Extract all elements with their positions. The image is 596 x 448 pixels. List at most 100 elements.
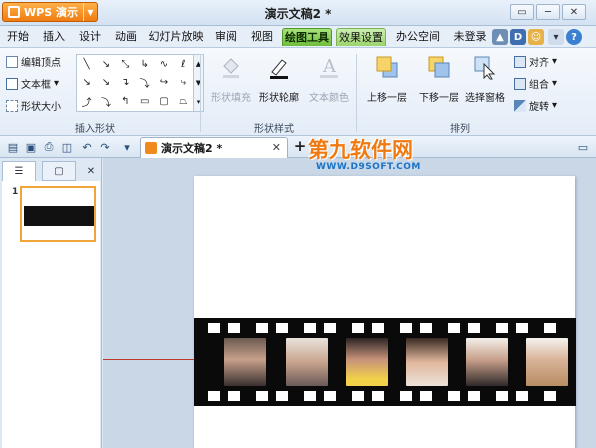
tab-design[interactable]: 设计 <box>76 28 104 46</box>
tab-home[interactable]: 开始 <box>4 28 32 46</box>
rotate-icon <box>514 99 526 112</box>
arrow-shape-icon[interactable]: ↘ <box>96 55 115 74</box>
send-backward-button[interactable]: 下移一层 <box>412 54 466 104</box>
tab-review[interactable]: 审阅 <box>212 28 240 46</box>
curve-shape-icon[interactable]: ∿ <box>154 55 173 74</box>
save-icon[interactable]: ▣ <box>24 140 38 154</box>
bring-forward-button[interactable]: 上移一层 <box>360 54 414 104</box>
elbow-connector-icon[interactable]: ↳ <box>135 55 154 74</box>
user-icon[interactable]: ☺ <box>528 29 544 45</box>
film-perforation <box>468 391 480 401</box>
curved-double-icon[interactable]: ⤵ <box>96 92 115 111</box>
rotate-label: 旋转 <box>529 102 549 113</box>
tab-insert[interactable]: 插入 <box>40 28 68 46</box>
shape-size-button[interactable]: 形状大小 <box>6 98 61 113</box>
window-layout-icon[interactable]: ▭ <box>574 140 592 154</box>
restore-ribbon-button[interactable]: ▭ <box>510 4 534 20</box>
film-perforation <box>544 391 556 401</box>
redo-icon[interactable]: ↷ <box>98 140 112 154</box>
text-box-icon <box>6 77 18 90</box>
film-photo[interactable] <box>286 338 328 386</box>
film-perforation <box>420 323 432 333</box>
send-backward-label: 下移一层 <box>419 93 459 104</box>
film-perforation <box>400 323 412 333</box>
undo-icon[interactable]: ↶ <box>80 140 94 154</box>
align-button[interactable]: 对齐 ▾ <box>514 54 557 69</box>
slide[interactable] <box>194 176 575 448</box>
film-photo[interactable] <box>526 338 568 386</box>
film-perforation <box>276 391 288 401</box>
text-color-button[interactable]: A 文本颜色 <box>302 54 356 104</box>
close-tab-icon[interactable]: ✕ <box>272 141 281 154</box>
minimize-button[interactable]: ─ <box>536 4 560 20</box>
film-perforation <box>276 323 288 333</box>
up-icon[interactable]: ▲ <box>492 29 508 45</box>
film-perforation <box>516 391 528 401</box>
d-icon[interactable]: D <box>510 29 526 45</box>
film-perforation <box>352 391 364 401</box>
film-perforation <box>228 391 240 401</box>
connector-shape-icon[interactable]: ↘ <box>77 74 96 93</box>
film-photo[interactable] <box>224 338 266 386</box>
tab-drawing-tools[interactable]: 绘图工具 <box>282 28 332 46</box>
tab-outline[interactable]: ☰ <box>2 161 36 181</box>
gallery-scroll[interactable]: ▲ ▼ ▾ <box>194 54 204 112</box>
tab-view[interactable]: 视图 <box>248 28 276 46</box>
rounded-rect-shape-icon[interactable]: ▢ <box>154 92 173 111</box>
film-perforation <box>324 323 336 333</box>
tab-effect-settings[interactable]: 效果设置 <box>336 28 386 46</box>
slide-number: 1 <box>12 187 19 197</box>
curved-connector-icon[interactable]: ⤷ <box>174 74 193 93</box>
customize-toolbar-icon[interactable]: ▾ <box>120 140 134 154</box>
line-shape-icon[interactable]: ╲ <box>77 55 96 74</box>
edit-points-label: 编辑顶点 <box>21 58 61 69</box>
document-tab[interactable]: 演示文稿2 * ✕ <box>140 137 288 158</box>
connector-arrow-icon[interactable]: ↘ <box>96 74 115 93</box>
freeform-shape-icon[interactable]: ℓ <box>174 55 193 74</box>
slide-thumbnails: 1 <box>2 181 100 448</box>
tab-animation[interactable]: 动画 <box>112 28 140 46</box>
film-perforation <box>496 391 508 401</box>
tab-office-space[interactable]: 办公空间 <box>392 28 444 46</box>
bent-connector-icon[interactable]: ↪ <box>154 74 173 93</box>
shape-gallery[interactable]: ╲ ↘ ⤡ ↳ ∿ ℓ ↘ ↘ ↴ ⤵ ↪ ⤷ ⤴ ⤵ ↰ ▭ ▢ ⏢ <box>76 54 194 112</box>
edit-points-icon <box>6 55 18 68</box>
film-perforation <box>448 323 460 333</box>
filmstrip-shape[interactable] <box>194 318 576 406</box>
rectangle-shape-icon[interactable]: ▭ <box>135 92 154 111</box>
slides-pane: ☰ ▢ ✕ 1 <box>0 158 102 448</box>
film-photo[interactable] <box>346 338 388 386</box>
shape-outline-button[interactable]: 形状轮廓 <box>252 54 306 104</box>
selection-pane-button[interactable]: 选择窗格 <box>460 54 510 104</box>
film-photo[interactable] <box>406 338 448 386</box>
print-preview-icon[interactable]: ◫ <box>60 140 74 154</box>
settings-icon[interactable]: ▾ <box>548 29 564 45</box>
tab-slides[interactable]: ▢ <box>42 161 76 181</box>
curved-elbow-icon[interactable]: ↰ <box>116 92 135 111</box>
film-photo[interactable] <box>466 338 508 386</box>
double-arrow-shape-icon[interactable]: ⤡ <box>116 55 135 74</box>
selection-pane-icon <box>474 56 496 80</box>
folder-icon[interactable]: ▤ <box>6 140 20 154</box>
tab-slideshow[interactable]: 幻灯片放映 <box>148 28 204 46</box>
svg-text:A: A <box>322 56 337 77</box>
rotate-button[interactable]: 旋转 ▾ <box>514 98 557 113</box>
curved-arrow-icon[interactable]: ⤴ <box>77 92 96 111</box>
print-icon[interactable]: ⎙ <box>42 140 56 154</box>
elbow-arrow-icon[interactable]: ↴ <box>116 74 135 93</box>
selection-pane-label: 选择窗格 <box>465 93 505 104</box>
slide-canvas[interactable] <box>103 158 596 448</box>
help-icon[interactable]: ? <box>566 29 582 45</box>
edit-points-button[interactable]: 编辑顶点 <box>6 54 61 69</box>
elbow-double-icon[interactable]: ⤵ <box>135 74 154 93</box>
close-pane-icon[interactable]: ✕ <box>82 161 100 181</box>
group-button[interactable]: 组合 ▾ <box>514 76 557 91</box>
shape-fill-button[interactable]: 形状填充 <box>204 54 258 104</box>
text-box-button[interactable]: 文本框 ▾ <box>6 76 59 91</box>
slide-thumbnail[interactable] <box>20 186 96 242</box>
login-status[interactable]: 未登录 <box>452 28 488 46</box>
close-button[interactable]: ✕ <box>562 4 586 20</box>
text-color-icon: A <box>320 56 338 78</box>
pane-tabs: ☰ ▢ ✕ <box>0 161 102 181</box>
trapezoid-shape-icon[interactable]: ⏢ <box>174 92 193 111</box>
